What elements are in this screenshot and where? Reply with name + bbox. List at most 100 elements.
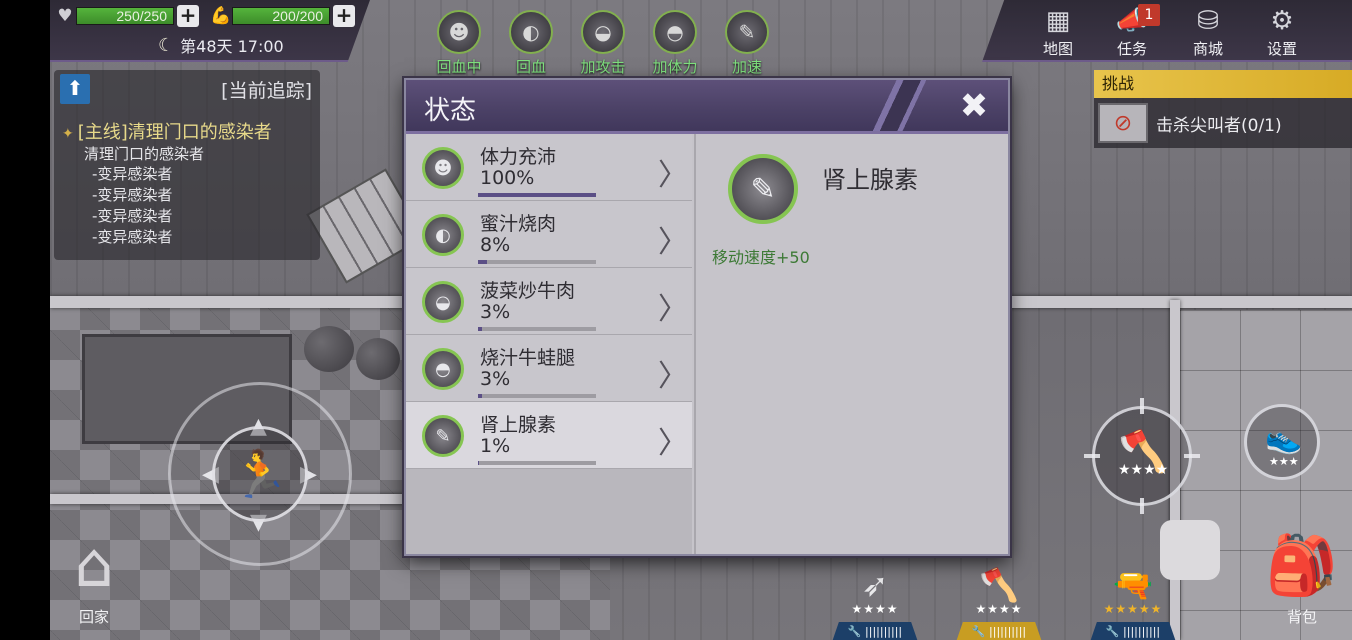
status-progress-fill xyxy=(478,260,488,264)
home-label: 回家 xyxy=(78,608,109,626)
status-item-beef[interactable]: ◒ 菠菜炒牛肉 3% 〉 xyxy=(406,268,692,335)
active-buffs: ☻ 回血中 ◐ 回血 ◒ 加攻击 ◓ 加体力 ✎ 加速 xyxy=(428,10,778,77)
attack-stars: ★★★★ xyxy=(1118,462,1169,478)
frog-leg-icon: ◓ xyxy=(422,348,464,390)
weapon-slot-axe[interactable]: 🪓 ★★★★ 🔧 |||||||||| xyxy=(956,568,1042,640)
buff-label: 回血中 xyxy=(436,58,482,76)
player-stats-panel: ♥ 250/250 + 💪 200/200 + ☾ 第48天 17:00 xyxy=(50,0,370,62)
status-name: 烧汁牛蛙腿 xyxy=(480,347,576,369)
quest-button[interactable]: 📣 任务 1 xyxy=(1102,4,1162,59)
quest-objectives: -变异感染者 -变异感染者 -变异感染者 -变异感染者 xyxy=(92,164,172,248)
health-bar: 250/250 xyxy=(76,7,174,25)
trash-bag xyxy=(304,326,354,372)
status-progress-track xyxy=(478,193,596,197)
map-label: 地图 xyxy=(1042,40,1073,58)
beef-dish-icon: ◒ xyxy=(581,10,625,54)
revolver-icon: 🔫 xyxy=(1113,566,1153,604)
gear-icon: ⚙ xyxy=(1270,6,1294,36)
buff-item[interactable]: ◐ 回血 xyxy=(500,10,562,77)
buff-label: 回血 xyxy=(515,58,546,76)
status-item-frog-leg[interactable]: ◓ 烧汁牛蛙腿 3% 〉 xyxy=(406,335,692,402)
status-item-stamina[interactable]: ☻ 体力充沛 100% 〉 xyxy=(406,134,692,201)
collapse-arrow-button[interactable]: ⬆ xyxy=(60,74,90,104)
crosshair-tick xyxy=(1184,454,1200,458)
health-row: ♥ 250/250 + xyxy=(54,5,199,27)
attack-button[interactable]: 🪓 ★★★★ xyxy=(1084,398,1200,514)
buff-item[interactable]: ◓ 加体力 xyxy=(644,10,706,77)
stamina-bar: 200/200 xyxy=(232,7,330,25)
frog-leg-icon: ◓ xyxy=(653,10,697,54)
honey-meat-icon: ◐ xyxy=(422,214,464,256)
weapon-slot-bow[interactable]: ➶ ★★★★ 🔧 |||||||||| xyxy=(832,568,918,640)
bow-icon: ➶ xyxy=(861,566,889,604)
main-menu-bar: ▦ 地图 📣 任务 1 ⛁ 商城 ⚙ 设置 xyxy=(982,0,1352,62)
status-dialog: 状态 ✖ ☻ 体力充沛 100% 〉 ◐ 蜜汁烧肉 8% 〉 ◒ 菠菜炒牛肉 3… xyxy=(404,78,1010,556)
backpack-button[interactable]: 🎒 背包 xyxy=(1262,520,1342,627)
status-list: ☻ 体力充沛 100% 〉 ◐ 蜜汁烧肉 8% 〉 ◒ 菠菜炒牛肉 3% 〉 ◓… xyxy=(406,134,692,554)
settings-label: 设置 xyxy=(1266,40,1297,58)
status-progress-fill xyxy=(478,193,596,197)
chevron-right-icon: 〉 xyxy=(658,292,688,327)
status-name: 体力充沛 xyxy=(480,146,557,168)
add-stamina-button[interactable]: + xyxy=(333,5,355,27)
challenge-panel[interactable]: 挑战 ⊘ 击杀尖叫者(0/1) xyxy=(1094,70,1352,150)
heart-icon: ♥ xyxy=(57,6,73,26)
settings-button[interactable]: ⚙ 设置 xyxy=(1252,4,1312,59)
chevron-right-icon: 〉 xyxy=(658,158,688,193)
trash-bag xyxy=(356,338,400,380)
go-home-button[interactable]: ⌂ 回家 xyxy=(54,520,134,627)
beef-dish-icon: ◒ xyxy=(422,281,464,323)
status-progress-track xyxy=(478,327,596,331)
buff-item[interactable]: ☻ 回血中 xyxy=(428,10,490,77)
quest-label: 任务 xyxy=(1116,40,1147,58)
dialog-header: 状态 ✖ xyxy=(406,80,1008,134)
day-time-text: 第48天 17:00 xyxy=(180,37,284,56)
buff-item[interactable]: ◒ 加攻击 xyxy=(572,10,634,77)
map-button[interactable]: ▦ 地图 xyxy=(1028,4,1088,59)
weapon-stars: ★★★★★ xyxy=(1103,602,1163,616)
chevron-right-icon: 〉 xyxy=(658,426,688,461)
quest-tracking-panel[interactable]: ⬆ [当前追踪] ✦ [主线]清理门口的感染者 清理门口的感染者 -变异感染者 -… xyxy=(54,70,320,260)
syringe-icon: ✎ xyxy=(422,415,464,457)
quest-subtitle: 清理门口的感染者 xyxy=(84,145,205,163)
quest-objective: -变异感染者 xyxy=(92,165,173,183)
detail-name: 肾上腺素 xyxy=(822,166,918,194)
status-detail-pane: ✎ 肾上腺素 移动速度+50 xyxy=(694,134,1008,554)
shoe-stars: ★★★ xyxy=(1269,455,1299,468)
shop-button[interactable]: ⛁ 商城 xyxy=(1178,4,1238,59)
syringe-icon: ✎ xyxy=(728,154,798,224)
weapon-stars: ★★★★ xyxy=(851,602,899,616)
sprint-shoe-button[interactable]: 👟 ★★★ xyxy=(1244,404,1320,480)
quest-objective: -变异感染者 xyxy=(92,207,173,225)
shoe-icon: 👟 xyxy=(1265,421,1303,456)
status-progress-fill xyxy=(478,394,482,398)
movement-joystick[interactable]: ▲ ▼ ◀ ▶ 🏃 xyxy=(168,382,352,566)
muscle-arm-icon: 💪 xyxy=(210,6,232,26)
status-name: 肾上腺素 xyxy=(480,414,557,436)
quest-marker-icon: ✦ xyxy=(62,126,74,142)
detail-effect: 移动速度+50 xyxy=(712,248,810,267)
dialog-title: 状态 xyxy=(424,96,477,126)
challenge-header: 挑战 xyxy=(1094,70,1352,98)
add-health-button[interactable]: + xyxy=(177,5,199,27)
stamina-body-icon: ☻ xyxy=(422,147,464,189)
close-icon[interactable]: ✖ xyxy=(954,86,994,126)
crosshair-tick xyxy=(1084,454,1100,458)
status-item-honey-meat[interactable]: ◐ 蜜汁烧肉 8% 〉 xyxy=(406,201,692,268)
status-progress-fill xyxy=(478,327,482,331)
honey-meat-icon: ◐ xyxy=(509,10,553,54)
challenge-body: ⊘ 击杀尖叫者(0/1) xyxy=(1094,98,1352,148)
buff-item[interactable]: ✎ 加速 xyxy=(716,10,778,77)
status-percent: 3% xyxy=(480,368,511,390)
weapon-slot-revolver[interactable]: 🔫 ★★★★★ 🔧 |||||||||| xyxy=(1090,568,1176,640)
quest-badge: 1 xyxy=(1138,4,1160,26)
day-time: ☾ 第48天 17:00 xyxy=(158,33,284,57)
quest-objective: -变异感染者 xyxy=(92,186,173,204)
status-percent: 3% xyxy=(480,301,511,323)
stamina-row: 💪 200/200 + xyxy=(210,5,355,27)
status-item-adrenaline[interactable]: ✎ 肾上腺素 1% 〉 xyxy=(406,402,692,469)
moon-icon: ☾ xyxy=(158,34,175,56)
status-progress-track xyxy=(478,461,596,465)
weapon-stars: ★★★★ xyxy=(975,602,1023,616)
running-man-icon[interactable]: 🏃 xyxy=(212,426,308,522)
